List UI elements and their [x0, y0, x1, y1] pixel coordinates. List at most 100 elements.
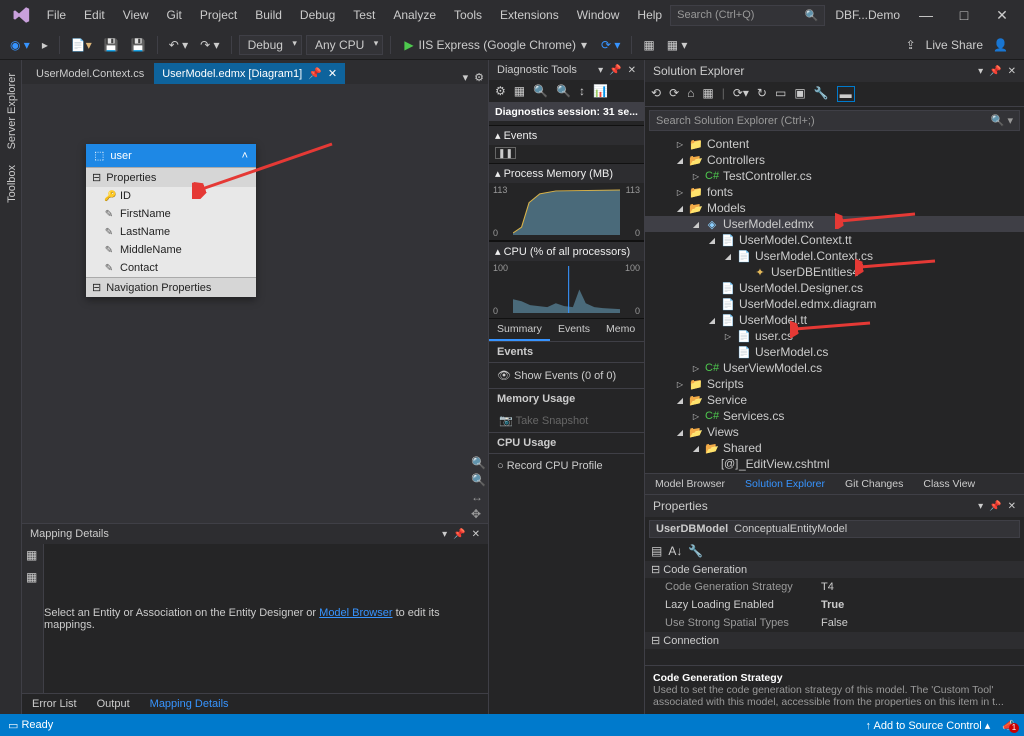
alpha-sort-icon[interactable]: A↓ [668, 544, 682, 558]
collapse-icon[interactable]: ˄ [242, 150, 248, 162]
browser-refresh-button[interactable]: ⟳ ▾ [597, 35, 624, 55]
prop-row[interactable]: Lazy Loading EnabledTrue [645, 596, 1024, 614]
pin-icon[interactable]: 📌 [453, 529, 465, 540]
diag-tab-events[interactable]: Events [550, 319, 598, 341]
back-icon[interactable]: ⟲ [651, 86, 661, 102]
se-search-input[interactable]: Search Solution Explorer (Ctrl+;)🔍 ▾ [649, 110, 1020, 131]
toolbox-btn-1[interactable]: ▦ [639, 35, 658, 55]
pin-icon[interactable]: 📌 [989, 66, 1001, 77]
tab-model-browser[interactable]: Model Browser [645, 474, 735, 494]
node-content[interactable]: ▷📁Content [645, 136, 1024, 152]
node-views[interactable]: ◢📂Views [645, 424, 1024, 440]
node-testcontroller[interactable]: ▷C#TestController.cs [645, 168, 1024, 184]
toolbox-btn-2[interactable]: ▦ ▾ [663, 35, 692, 55]
select-tools-icon[interactable]: ▦ [514, 84, 525, 98]
node-diagram[interactable]: 📄UserModel.edmx.diagram [645, 296, 1024, 312]
menu-project[interactable]: Project [192, 4, 245, 26]
menu-test[interactable]: Test [345, 4, 383, 26]
menu-debug[interactable]: Debug [292, 4, 343, 26]
tab-class-view[interactable]: Class View [913, 474, 985, 494]
entity-field[interactable]: ✎LastName [86, 223, 256, 241]
diag-events-header[interactable]: Events [504, 130, 538, 142]
entity-field[interactable]: ✎Contact [86, 259, 256, 277]
collapse-icon[interactable]: ▭ [775, 86, 786, 102]
entity-field[interactable]: ✎MiddleName [86, 241, 256, 259]
menu-edit[interactable]: Edit [76, 4, 113, 26]
props-cat-connection[interactable]: ⊟ Connection [645, 632, 1024, 649]
node-shared[interactable]: ◢📂Shared [645, 440, 1024, 456]
dropdown-icon[interactable]: ▾ [442, 529, 447, 540]
dropdown-icon[interactable]: ▾ [598, 65, 603, 76]
prop-row[interactable]: Code Generation StrategyT4 [645, 578, 1024, 596]
node-controllers[interactable]: ◢📂Controllers [645, 152, 1024, 168]
chart-icon[interactable]: 📊 [593, 84, 608, 98]
entity-designer-canvas[interactable]: ⬚ user ˄ ⊟Properties 🔑ID ✎FirstName ✎Las… [22, 84, 488, 523]
collapse-nav-icon[interactable]: ⊟ [92, 281, 101, 294]
entity-field[interactable]: 🔑ID [86, 187, 256, 205]
pan-icon[interactable]: ✥ [471, 507, 486, 521]
window-minimize[interactable]: — [908, 4, 944, 26]
entity-field[interactable]: ✎FirstName [86, 205, 256, 223]
menu-help[interactable]: Help [629, 4, 670, 26]
tab-error-list[interactable]: Error List [22, 694, 87, 714]
node-userviewmodel[interactable]: ▷C#UserViewModel.cs [645, 360, 1024, 376]
run-button[interactable]: ▶ IIS Express (Google Chrome) ▾ [398, 36, 593, 54]
node-fonts[interactable]: ▷📁fonts [645, 184, 1024, 200]
node-usermodel-cs[interactable]: 📄UserModel.cs [645, 344, 1024, 360]
node-dbentities[interactable]: ✦UserDBEntities4 [645, 264, 1024, 280]
menu-build[interactable]: Build [247, 4, 290, 26]
node-scripts[interactable]: ▷📁Scripts [645, 376, 1024, 392]
zoom-icon[interactable]: 🔍 [533, 84, 548, 98]
tab-mapping-details[interactable]: Mapping Details [140, 694, 239, 714]
dropdown-icon[interactable]: ▾ [978, 66, 983, 77]
sync-icon[interactable]: ⟳▾ [733, 86, 749, 102]
menu-view[interactable]: View [115, 4, 157, 26]
node-context-cs[interactable]: ◢📄UserModel.Context.cs [645, 248, 1024, 264]
switch-view-icon[interactable]: ▦ [702, 86, 713, 102]
rail-server-explorer[interactable]: Server Explorer [0, 65, 21, 157]
tab-output[interactable]: Output [87, 694, 140, 714]
node-insertview[interactable]: [@]_insertView.cshtml [645, 472, 1024, 473]
categorize-icon[interactable]: ▤ [651, 544, 662, 558]
tab-context-cs[interactable]: UserModel.Context.cs [28, 64, 152, 84]
dropdown-icon[interactable]: ▾ [978, 501, 983, 512]
zoom-in-icon[interactable]: 🔍 [471, 456, 486, 470]
diag-tab-memory[interactable]: Memo [598, 319, 643, 341]
window-close[interactable]: ✕ [984, 4, 1020, 26]
quick-search-input[interactable]: Search (Ctrl+Q) 🔍 [670, 5, 825, 26]
node-service[interactable]: ◢📂Service [645, 392, 1024, 408]
table-icon[interactable]: ▦ [22, 544, 43, 566]
node-editview[interactable]: [@]_EditView.cshtml [645, 456, 1024, 472]
home-icon[interactable]: ⌂ [687, 86, 694, 102]
pin-icon[interactable]: 📌 [609, 65, 621, 76]
new-item-button[interactable]: 📄▾ [67, 35, 96, 55]
undo-button[interactable]: ↶ ▾ [165, 35, 192, 55]
proc-icon[interactable]: ▦ [22, 566, 43, 588]
collapse-props-icon[interactable]: ⊟ [92, 171, 101, 184]
prop-pages-icon[interactable]: 🔧 [688, 544, 703, 558]
zoom-icon[interactable]: 🔍 [556, 84, 571, 98]
close-tab-icon[interactable]: ✕ [328, 67, 337, 80]
fwd-icon[interactable]: ⟳ [669, 86, 679, 102]
menu-window[interactable]: Window [569, 4, 628, 26]
props-cat-codegen[interactable]: ⊟ Code Generation [645, 561, 1024, 578]
record-cpu-button[interactable]: ○ Record CPU Profile [489, 453, 644, 478]
fit-icon[interactable]: ↔ [471, 490, 486, 504]
diag-mem-header[interactable]: Process Memory (MB) [504, 168, 613, 180]
window-maximize[interactable]: □ [946, 4, 982, 26]
save-button[interactable]: 💾 [100, 35, 123, 55]
close-icon[interactable]: ✕ [1008, 66, 1016, 77]
preview-icon[interactable]: ▬ [837, 86, 855, 102]
tab-solution-explorer[interactable]: Solution Explorer [735, 474, 835, 494]
menu-tools[interactable]: Tools [446, 4, 490, 26]
close-icon[interactable]: ✕ [472, 529, 480, 540]
redo-button[interactable]: ↷ ▾ [196, 35, 223, 55]
properties-object-select[interactable]: UserDBModelConceptualEntityModel [649, 520, 1020, 538]
tab-overflow[interactable]: ▾ [463, 71, 469, 84]
model-browser-link[interactable]: Model Browser [319, 607, 392, 619]
close-icon[interactable]: ✕ [1008, 501, 1016, 512]
platform-combo[interactable]: Any CPU [306, 35, 383, 55]
menu-analyze[interactable]: Analyze [385, 4, 444, 26]
node-services-cs[interactable]: ▷C#Services.cs [645, 408, 1024, 424]
prop-row[interactable]: Use Strong Spatial TypesFalse [645, 614, 1024, 632]
